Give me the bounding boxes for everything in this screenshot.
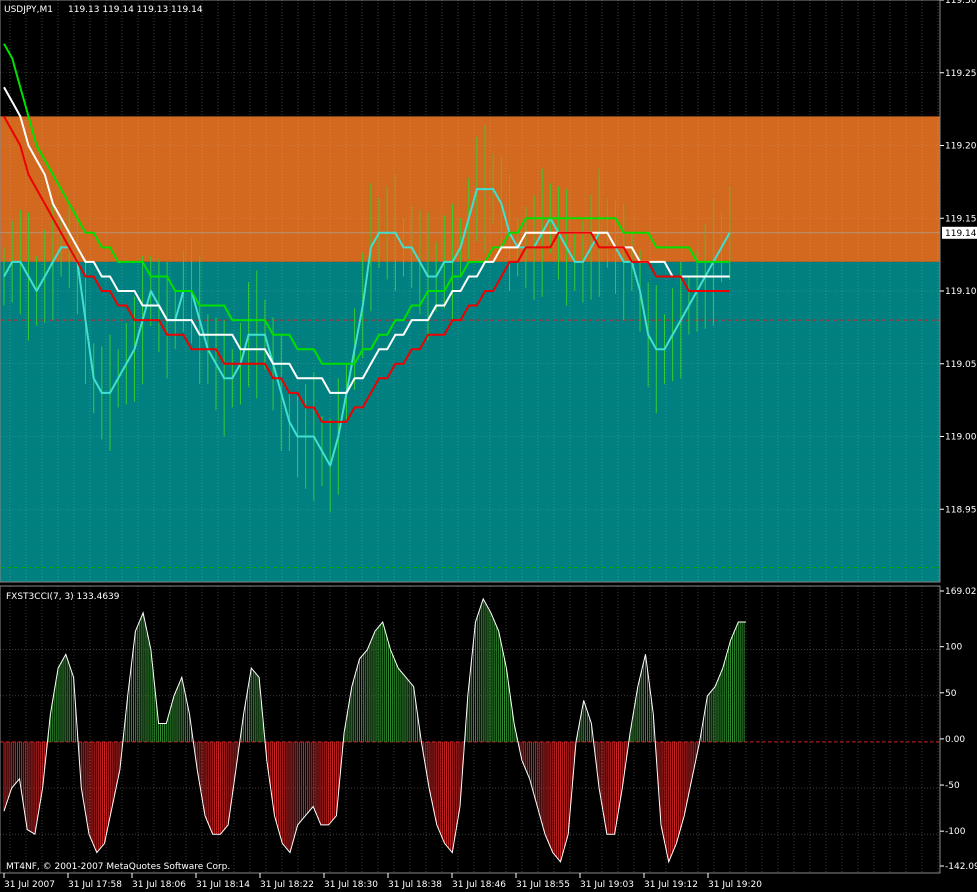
- indicator-panel: FXST3CCI(7, 3) 133.4639 MT4NF, © 2001-20…: [0, 585, 941, 874]
- price-tick-label: 119.10: [945, 287, 977, 297]
- price-axis: 119.30 119.25 119.20 119.15 119.10 119.05 119.…: [940, 0, 977, 515]
- indicator-tick-label: 100: [945, 643, 962, 653]
- indicator-tick-label: 169.0256: [945, 587, 977, 597]
- time-tick-label: 31 Jul 19:20: [708, 880, 762, 890]
- main-header-ohlc: 119.13 119.14 119.13 119.14: [68, 5, 203, 15]
- time-tick-label: 31 Jul 18:22: [260, 880, 314, 890]
- time-tick-label: 31 Jul 18:30: [324, 880, 378, 890]
- indicator-tick-label: 0.00: [945, 735, 965, 745]
- lower-zone: [0, 261, 940, 582]
- time-tick-label: 31 Jul 17:58: [68, 880, 122, 890]
- price-panel: USDJPY,M1 119.13 119.14 119.13 119.14: [0, 0, 941, 583]
- main-header-symbol: USDJPY,M1: [4, 5, 53, 15]
- chart-canvas: USDJPY,M1 119.13 119.14 119.13 119.14 11…: [0, 0, 977, 890]
- price-tick-label: 119.25: [945, 69, 977, 79]
- indicator-tick-label: -100: [945, 827, 966, 837]
- time-tick-label: 31 Jul 2007: [4, 880, 55, 890]
- price-tick-label: 119.00: [945, 433, 977, 443]
- indicator-tick-label: -142.091: [945, 862, 977, 872]
- time-tick-label: 31 Jul 18:38: [388, 880, 442, 890]
- time-tick-label: 31 Jul 18:46: [452, 880, 506, 890]
- time-tick-label: 31 Jul 19:03: [580, 880, 634, 890]
- cci-histogram: [3, 598, 745, 862]
- price-tick-label: 119.15: [945, 214, 977, 224]
- copyright-text: MT4NF, © 2001-2007 MetaQuotes Software C…: [6, 862, 230, 872]
- time-tick-label: 31 Jul 18:55: [516, 880, 570, 890]
- time-tick-label: 31 Jul 19:12: [644, 880, 698, 890]
- time-tick-label: 31 Jul 18:14: [196, 880, 250, 890]
- indicator-tick-label: 50: [945, 689, 957, 699]
- indicator-axis: 169.0256 100 50 0.00 -50 -100 -142.091: [940, 587, 977, 872]
- indicator-tick-label: -50: [945, 781, 960, 791]
- indicator-header: FXST3CCI(7, 3) 133.4639: [6, 592, 120, 602]
- price-tick-label: 119.05: [945, 360, 977, 370]
- price-tick-label: 119.20: [945, 142, 977, 152]
- current-price-label: 119.14: [945, 229, 977, 239]
- upper-zone: [0, 116, 940, 262]
- price-tick-label: 118.95: [945, 505, 977, 515]
- price-tick-label: 119.30: [945, 0, 977, 6]
- time-tick-label: 31 Jul 18:06: [132, 880, 186, 890]
- time-axis: 31 Jul 2007 31 Jul 17:58 31 Jul 18:06 31 Ju…: [3, 873, 762, 890]
